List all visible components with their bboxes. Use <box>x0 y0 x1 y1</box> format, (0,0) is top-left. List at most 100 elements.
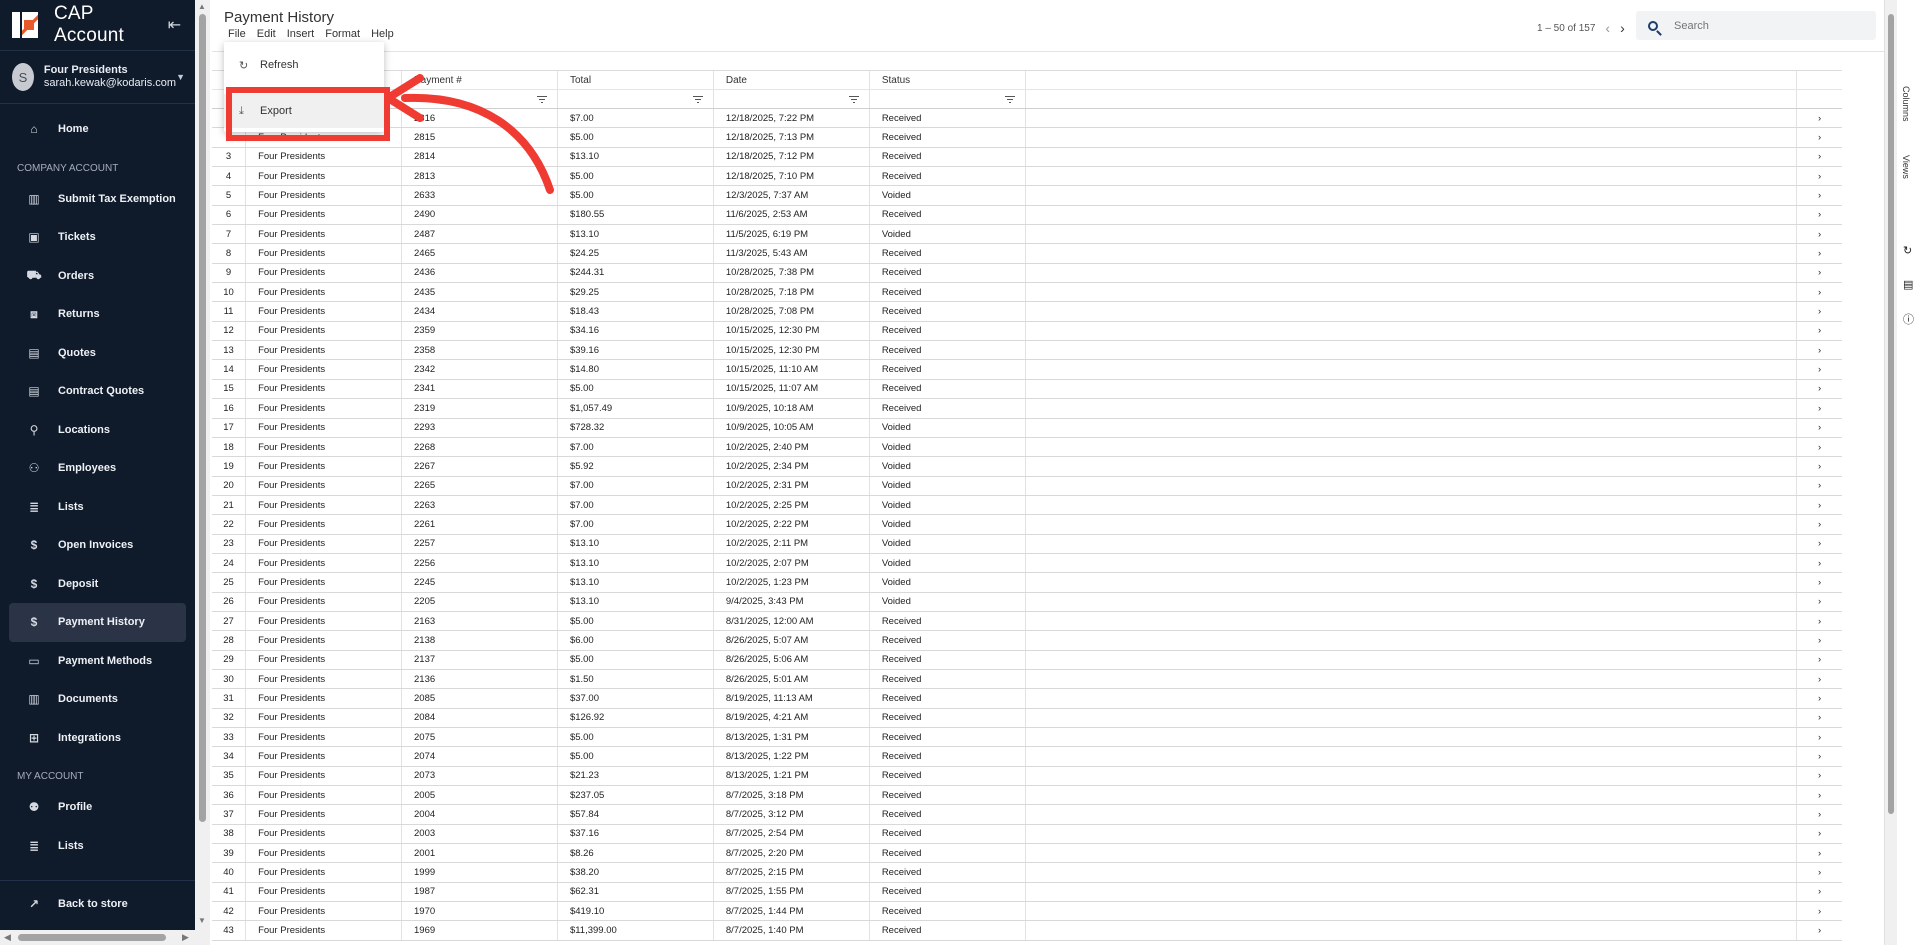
column-header-total[interactable]: Total <box>558 71 714 89</box>
column-filter[interactable] <box>870 90 1026 108</box>
column-header-status[interactable]: Status <box>870 71 1026 89</box>
filter-icon[interactable] <box>848 95 859 103</box>
table-icon[interactable]: ▤ <box>1903 278 1913 291</box>
chevron-right-icon[interactable]: › <box>1797 883 1842 901</box>
back-to-store-link[interactable]: ↗ Back to store <box>9 885 186 924</box>
columns-panel-tab[interactable]: Columns <box>1901 86 1911 122</box>
chevron-right-icon[interactable]: › <box>1797 380 1842 398</box>
table-row[interactable]: 13 Four Presidents 2358 $39.16 10/15/2025, 1… <box>212 341 1842 361</box>
chevron-right-icon[interactable]: › <box>1797 670 1842 688</box>
table-row[interactable]: 14 Four Presidents 2342 $14.80 10/15/2025, 1… <box>212 360 1842 380</box>
table-row[interactable]: 32 Four Presidents 2084 $126.92 8/19/2025, 4… <box>212 708 1842 728</box>
sidebar-item-payment-methods[interactable]: ▭ Payment Methods <box>9 642 186 681</box>
sidebar-item-locations[interactable]: ⚲ Locations <box>9 411 186 450</box>
sidebar-item-documents[interactable]: ▥ Documents <box>9 680 186 719</box>
chevron-right-icon[interactable]: › <box>1797 709 1842 727</box>
chevron-right-icon[interactable]: › <box>1797 438 1842 456</box>
chevron-right-icon[interactable]: › <box>1797 186 1842 204</box>
chevron-right-icon[interactable]: › <box>1797 244 1842 262</box>
chevron-right-icon[interactable]: › <box>1797 554 1842 572</box>
sidebar-item-lists[interactable]: ≣ Lists <box>9 488 186 527</box>
chevron-right-icon[interactable]: › <box>1797 747 1842 765</box>
menu-edit[interactable]: Edit <box>257 28 276 40</box>
chevron-right-icon[interactable]: › <box>1797 148 1842 166</box>
menu-file[interactable]: File <box>228 28 246 40</box>
sidebar-item-orders[interactable]: ⛟ Orders <box>9 257 186 296</box>
chevron-right-icon[interactable]: › <box>1797 283 1842 301</box>
column-filter[interactable] <box>558 90 714 108</box>
chevron-right-icon[interactable]: › <box>1797 457 1842 475</box>
table-row[interactable]: 30 Four Presidents 2136 $1.50 8/26/2025, 5:0… <box>212 669 1842 690</box>
chevron-right-icon[interactable]: › <box>1797 631 1842 649</box>
table-row[interactable]: 35 Four Presidents 2073 $21.23 8/13/2025, 1:… <box>212 766 1842 787</box>
table-row[interactable]: 39 Four Presidents 2001 $8.26 8/7/2025, 2:20… <box>212 844 1842 864</box>
chevron-right-icon[interactable]: › <box>1797 805 1842 823</box>
chevron-right-icon[interactable]: › <box>1797 863 1842 881</box>
refresh-menu-item[interactable]: ↻ Refresh <box>224 48 384 82</box>
chevron-right-icon[interactable]: › <box>1797 651 1842 669</box>
table-row[interactable]: 28 Four Presidents 2138 $6.00 8/26/2025, 5:0… <box>212 631 1842 651</box>
table-row[interactable]: 36 Four Presidents 2005 $237.05 8/7/2025, 3:… <box>212 786 1842 806</box>
chevron-right-icon[interactable]: › <box>1797 477 1842 495</box>
table-row[interactable]: 21 Four Presidents 2263 $7.00 10/2/2025, 2:2… <box>212 495 1842 516</box>
table-row[interactable]: 12 Four Presidents 2359 $34.16 10/15/2025, 1… <box>212 321 1842 342</box>
sidebar-item-profile[interactable]: ⚉ Profile <box>9 788 186 827</box>
chevron-right-icon[interactable]: › <box>1797 264 1842 282</box>
scroll-down-icon[interactable]: ▼ <box>198 916 206 925</box>
chevron-right-icon[interactable]: › <box>1797 206 1842 224</box>
table-row[interactable]: 10 Four Presidents 2435 $29.25 10/28/2025, 7… <box>212 283 1842 303</box>
views-panel-tab[interactable]: Views <box>1901 155 1911 179</box>
chevron-right-icon[interactable]: › <box>1797 341 1842 359</box>
chevron-right-icon[interactable]: › <box>1797 360 1842 378</box>
table-row[interactable]: 17 Four Presidents 2293 $728.32 10/9/2025, 1… <box>212 418 1842 438</box>
table-row[interactable]: 43 Four Presidents 1969 $11,399.00 8/7/2025,… <box>212 921 1842 941</box>
table-row[interactable]: 31 Four Presidents 2085 $37.00 8/19/2025, 11… <box>212 689 1842 709</box>
chevron-right-icon[interactable]: › <box>1797 902 1842 920</box>
column-header-date[interactable]: Date <box>714 71 870 89</box>
chevron-down-icon[interactable]: ▼ <box>176 72 185 82</box>
chevron-right-icon[interactable]: › <box>1797 302 1842 320</box>
table-row[interactable]: 8 Four Presidents 2465 $24.25 11/3/2025, 5:4… <box>212 244 1842 264</box>
table-row[interactable]: 19 Four Presidents 2267 $5.92 10/2/2025, 2:3… <box>212 457 1842 477</box>
table-row[interactable]: 29 Four Presidents 2137 $5.00 8/26/2025, 5:0… <box>212 650 1842 670</box>
chevron-right-icon[interactable]: › <box>1797 496 1842 514</box>
table-row[interactable]: 42 Four Presidents 1970 $419.10 8/7/2025, 1:… <box>212 902 1842 922</box>
chevron-right-icon[interactable]: › <box>1797 399 1842 417</box>
table-row[interactable]: 27 Four Presidents 2163 $5.00 8/31/2025, 12:… <box>212 611 1842 632</box>
chevron-right-icon[interactable]: › <box>1797 109 1842 127</box>
sidebar-item-integrations[interactable]: ⊞ Integrations <box>9 719 186 758</box>
chevron-right-icon[interactable]: › <box>1797 921 1842 939</box>
sidebar-item-deposit[interactable]: $ Deposit <box>9 565 186 604</box>
table-row[interactable]: 22 Four Presidents 2261 $7.00 10/2/2025, 2:2… <box>212 515 1842 535</box>
chevron-right-icon[interactable]: › <box>1797 844 1842 862</box>
chevron-right-icon[interactable]: › <box>1797 689 1842 707</box>
logout-icon[interactable]: ⇤ <box>168 15 181 35</box>
scrollbar-thumb[interactable] <box>199 14 206 822</box>
table-row[interactable]: 23 Four Presidents 2257 $13.10 10/2/2025, 2:… <box>212 534 1842 554</box>
table-row[interactable]: 41 Four Presidents 1987 $62.31 8/7/2025, 1:5… <box>212 882 1842 903</box>
next-page-icon[interactable]: › <box>1620 20 1625 36</box>
search-input[interactable] <box>1674 19 1854 32</box>
scrollbar-thumb[interactable] <box>18 934 166 941</box>
table-row[interactable]: 20 Four Presidents 2265 $7.00 10/2/2025, 2:3… <box>212 476 1842 496</box>
table-row[interactable]: 16 Four Presidents 2319 $1,057.49 10/9/2025,… <box>212 399 1842 419</box>
table-row[interactable]: 37 Four Presidents 2004 $57.84 8/7/2025, 3:1… <box>212 805 1842 825</box>
sidebar-item-lists[interactable]: ≣ Lists <box>9 827 186 866</box>
scrollbar-thumb[interactable] <box>1888 14 1894 814</box>
chevron-right-icon[interactable]: › <box>1797 419 1842 437</box>
table-row[interactable]: 18 Four Presidents 2268 $7.00 10/2/2025, 2:4… <box>212 437 1842 458</box>
sidebar-item-home[interactable]: ⌂ Home <box>9 110 186 149</box>
grid-vertical-scrollbar[interactable] <box>1885 0 1897 945</box>
table-row[interactable]: 15 Four Presidents 2341 $5.00 10/15/2025, 11… <box>212 379 1842 400</box>
table-row[interactable]: 7 Four Presidents 2487 $13.10 11/5/2025, 6:1… <box>212 225 1842 245</box>
scroll-left-icon[interactable]: ◀ <box>4 932 11 943</box>
sidebar-item-open-invoices[interactable]: $ Open Invoices <box>9 526 186 565</box>
scroll-right-icon[interactable]: ▶ <box>182 932 189 943</box>
sidebar-horizontal-scrollbar[interactable]: ◀ ▶ <box>0 930 195 945</box>
sidebar-item-submit-tax-exemption[interactable]: ▥ Submit Tax Exemption <box>9 180 186 219</box>
chevron-right-icon[interactable]: › <box>1797 786 1842 804</box>
table-row[interactable]: 9 Four Presidents 2436 $244.31 10/28/2025, 7… <box>212 263 1842 284</box>
menu-format[interactable]: Format <box>325 28 360 40</box>
scroll-up-icon[interactable]: ▲ <box>198 2 206 11</box>
chevron-right-icon[interactable]: › <box>1797 128 1842 146</box>
